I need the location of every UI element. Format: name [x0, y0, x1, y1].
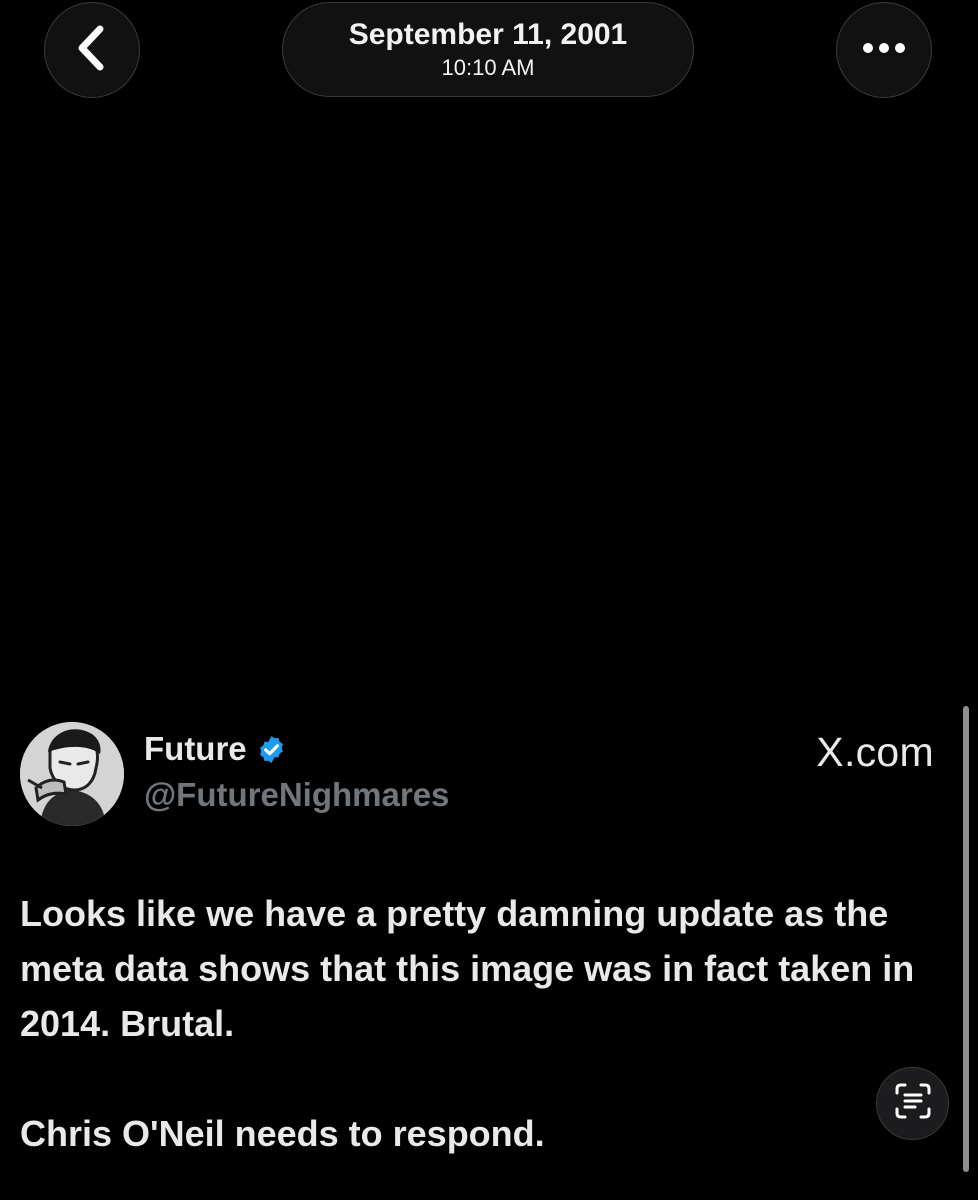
live-text-button[interactable] — [876, 1067, 949, 1140]
ellipsis-icon — [862, 41, 906, 59]
source-label: X.com — [816, 729, 934, 775]
live-text-scan-icon — [893, 1081, 933, 1126]
post-paragraph: Looks like we have a pretty damning upda… — [20, 893, 915, 1044]
post-paragraph: Chris O'Neil needs to respond. — [20, 1113, 545, 1154]
author-handle[interactable]: @FutureNighmares — [144, 776, 449, 814]
date-time-pill: September 11, 2001 10:10 AM — [282, 2, 694, 97]
author-name: Future — [144, 730, 247, 767]
back-button[interactable] — [44, 2, 140, 98]
chevron-left-icon — [72, 23, 112, 78]
scrollbar[interactable] — [963, 706, 969, 1172]
verified-badge-icon — [256, 734, 287, 765]
photo-date: September 11, 2001 — [348, 17, 628, 51]
author-name-row[interactable]: Future — [144, 730, 287, 768]
avatar[interactable] — [20, 722, 124, 826]
photo-time: 10:10 AM — [441, 54, 535, 80]
post-text: Looks like we have a pretty damning upda… — [20, 886, 950, 1161]
more-options-button[interactable] — [836, 2, 932, 98]
